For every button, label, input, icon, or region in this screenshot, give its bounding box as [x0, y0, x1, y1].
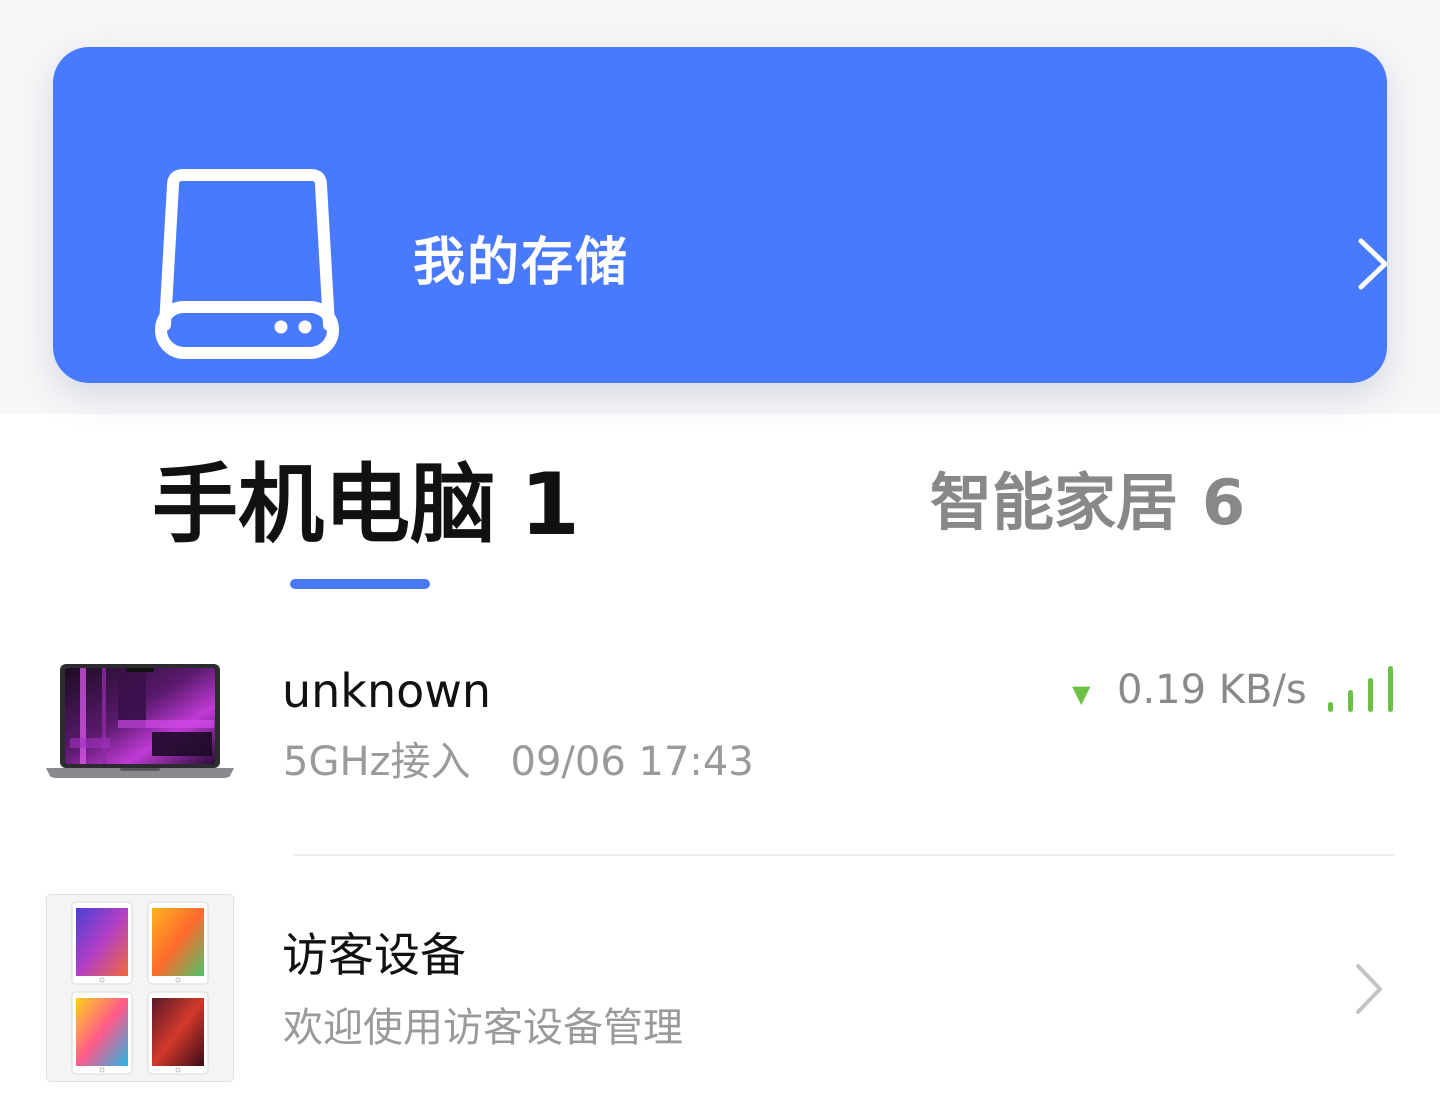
- my-storage-title: 我的存储: [413, 233, 630, 293]
- signal-strength-icon: [1328, 666, 1393, 712]
- laptop-image: [46, 664, 234, 778]
- guest-devices-title: 访客设备: [282, 928, 466, 982]
- guest-devices-image: [46, 894, 234, 1082]
- tab-phones-computers[interactable]: 手机电脑 1: [152, 462, 580, 548]
- active-tab-indicator: [290, 579, 430, 589]
- device-speed: 0.19 KB/s: [1117, 667, 1307, 713]
- guest-devices-row[interactable]: 访客设备 欢迎使用访客设备管理: [0, 860, 1440, 1110]
- tab-smart-home[interactable]: 智能家居 6: [930, 472, 1245, 534]
- tab-label: 智能家居: [930, 466, 1179, 539]
- device-row[interactable]: unknown 5GHz接入 09/06 17:43 ▼ 0.19 KB/s: [0, 630, 1440, 856]
- chevron-right-icon[interactable]: [1352, 962, 1386, 1016]
- router-home-page: 我的存储 手机电脑 1 智能家居 6 unknown 5GHz接入 09/06 …: [0, 0, 1440, 1110]
- list-divider: [293, 854, 1395, 856]
- connection-time: 09/06 17:43: [510, 739, 754, 785]
- my-storage-card[interactable]: 我的存储: [53, 47, 1388, 383]
- chevron-right-icon[interactable]: [1353, 237, 1393, 291]
- tab-count: 6: [1202, 466, 1246, 539]
- device-connection-info: 5GHz接入 09/06 17:43: [283, 740, 754, 784]
- tab-count: 1: [520, 455, 580, 555]
- download-arrow-icon: ▼: [1072, 680, 1091, 708]
- tab-label: 手机电脑: [152, 455, 496, 555]
- connection-band: 5GHz接入: [283, 739, 471, 785]
- guest-devices-subtitle: 欢迎使用访客设备管理: [283, 1005, 683, 1051]
- hard-drive-icon: [155, 169, 339, 359]
- device-name: unknown: [282, 664, 492, 718]
